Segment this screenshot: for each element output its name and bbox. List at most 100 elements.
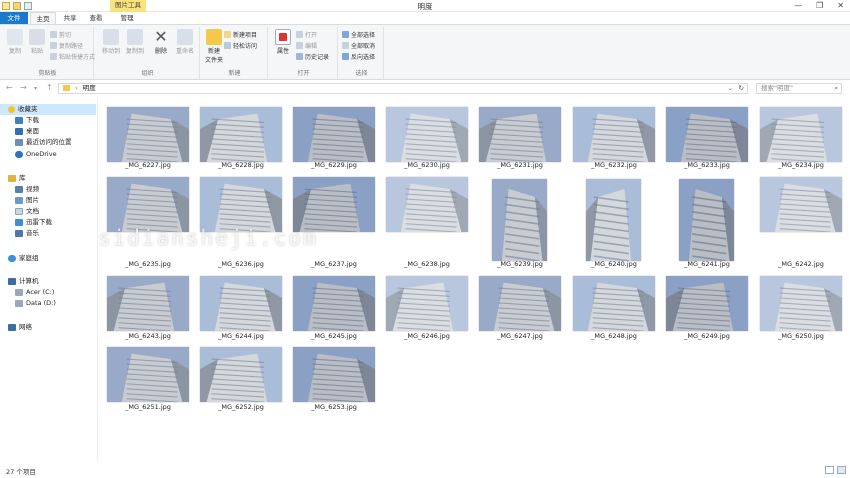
image-thumbnail[interactable] (679, 179, 734, 261)
image-thumbnail[interactable] (386, 107, 468, 162)
file-name: _MG_6253.jpg (311, 403, 357, 411)
copy-to-button[interactable]: 复制到 (124, 29, 146, 55)
tab-home[interactable]: 主页 (30, 12, 56, 24)
copy-path-button[interactable]: 复制路径 (50, 40, 83, 50)
breadcrumb-current[interactable]: 明度 (83, 84, 96, 92)
paste-shortcut-button[interactable]: 粘贴快捷方式 (50, 51, 95, 61)
file-item[interactable]: _MG_6252.jpg (200, 97, 292, 411)
image-thumbnail[interactable] (386, 177, 468, 232)
nav-item-pictures[interactable]: 图片 (0, 195, 39, 206)
tab-share[interactable]: 共享 (58, 12, 82, 24)
image-thumbnail[interactable] (479, 107, 561, 162)
close-button[interactable]: ✕ (837, 0, 844, 11)
large-icons-view-icon[interactable] (837, 466, 846, 474)
select-all-button[interactable]: 全部选择 (342, 29, 375, 39)
search-input[interactable]: 搜索"明度" ⌕ (756, 83, 842, 94)
image-thumbnail[interactable] (293, 107, 375, 162)
nav-item-documents[interactable]: 文档 (0, 206, 39, 217)
image-thumbnail[interactable] (760, 177, 842, 232)
new-item-button[interactable]: 新建项目 (224, 29, 257, 39)
tab-manage[interactable]: 管理 (112, 12, 142, 24)
back-arrow-icon[interactable]: ← (6, 83, 13, 92)
image-thumbnail[interactable] (479, 276, 561, 331)
ribbon: 复制 粘贴 剪切 复制路径 粘贴快捷方式 剪贴板 移动到 复制到 ✕ 删除 重命… (0, 24, 850, 80)
nav-item-downloads[interactable]: 下载 (0, 115, 39, 126)
image-thumbnail[interactable] (107, 107, 189, 162)
nav-item-videos[interactable]: 视频 (0, 184, 39, 195)
image-thumbnail[interactable] (573, 276, 655, 331)
image-thumbnail[interactable] (760, 107, 842, 162)
image-thumbnail[interactable] (666, 276, 748, 331)
edit-button[interactable]: 编辑 (296, 40, 317, 50)
nav-library[interactable]: 库 (0, 173, 26, 184)
nav-homegroup[interactable]: 家庭组 (0, 253, 39, 264)
image-thumbnail[interactable] (293, 276, 375, 331)
paste-button[interactable]: 粘贴 (26, 29, 48, 55)
paste-shortcut-icon (50, 52, 57, 60)
open-button[interactable]: 打开 (296, 29, 317, 39)
image-thumbnail[interactable] (586, 179, 641, 261)
group-label-organize: 组织 (141, 70, 154, 77)
file-item[interactable]: _MG_6247.jpg (479, 97, 571, 340)
image-thumbnail[interactable] (293, 177, 375, 232)
image-thumbnail[interactable] (573, 107, 655, 162)
image-thumbnail[interactable] (760, 276, 842, 331)
rename-button[interactable]: 重命名 (174, 29, 196, 55)
up-arrow-icon[interactable]: ↑ (46, 83, 53, 92)
nav-drive-c[interactable]: Acer (C:) (0, 287, 54, 298)
image-thumbnail[interactable] (107, 276, 189, 331)
image-thumbnail[interactable] (293, 347, 375, 402)
delete-button[interactable]: ✕ 删除 (150, 29, 172, 56)
file-item[interactable]: _MG_6246.jpg (386, 97, 478, 340)
image-thumbnail[interactable] (200, 177, 282, 232)
recent-dropdown-icon[interactable]: ▾ (34, 85, 37, 92)
nav-item-thunder[interactable]: 迅雷下载 (0, 217, 52, 228)
star-icon (8, 106, 15, 113)
history-button[interactable]: 历史记录 (296, 51, 329, 61)
image-thumbnail[interactable] (200, 276, 282, 331)
nav-item-desktop[interactable]: 桌面 (0, 126, 39, 137)
minimize-button[interactable]: — (794, 0, 802, 11)
address-dropdown-icon[interactable]: ⌄ (728, 84, 733, 93)
nav-computer[interactable]: 计算机 (0, 276, 39, 287)
file-item[interactable]: _MG_6253.jpg (293, 97, 385, 411)
nav-item-recent[interactable]: 最近访问的位置 (0, 137, 72, 148)
nav-drive-d[interactable]: Data (D:) (0, 298, 56, 309)
file-item[interactable]: _MG_6250.jpg (760, 97, 850, 340)
file-item[interactable]: _MG_6251.jpg (107, 97, 199, 411)
file-item[interactable]: _MG_6248.jpg (573, 97, 665, 340)
image-thumbnail[interactable] (666, 107, 748, 162)
group-label-open: 打开 (297, 70, 310, 77)
image-thumbnail[interactable] (386, 276, 468, 331)
nav-onedrive[interactable]: OneDrive (0, 149, 57, 160)
new-folder-button[interactable]: 新建 文件夹 (204, 29, 224, 64)
address-bar-row: ← → ▾ ↑ › 明度 ↻ ⌄ 搜索"明度" ⌕ (0, 80, 850, 97)
rename-icon (177, 29, 193, 45)
nav-item-music[interactable]: 音乐 (0, 228, 39, 239)
copy-button[interactable]: 复制 (4, 29, 26, 55)
nav-favorites[interactable]: 收藏夹 (0, 104, 96, 115)
invert-selection-button[interactable]: 反向选择 (342, 51, 375, 61)
image-thumbnail[interactable] (200, 107, 282, 162)
open-icon (296, 30, 303, 38)
properties-button[interactable]: 属性 (272, 29, 294, 55)
forward-arrow-icon[interactable]: → (20, 83, 27, 92)
image-thumbnail[interactable] (107, 347, 189, 402)
image-thumbnail[interactable] (492, 179, 547, 261)
image-thumbnail[interactable] (107, 177, 189, 232)
drive-icon (15, 289, 23, 296)
tab-view[interactable]: 查看 (84, 12, 108, 24)
details-view-icon[interactable] (825, 466, 834, 474)
tab-file[interactable]: 文件 (0, 12, 28, 24)
file-item[interactable]: _MG_6249.jpg (666, 97, 758, 340)
maximize-button[interactable]: ❐ (816, 0, 823, 11)
image-thumbnail[interactable] (200, 347, 282, 402)
cut-button[interactable]: 剪切 (50, 29, 71, 39)
easy-access-button[interactable]: 轻松访问 (224, 40, 257, 50)
refresh-icon[interactable]: ↻ (739, 84, 744, 93)
search-icon[interactable]: ⌕ (834, 84, 838, 93)
move-to-button[interactable]: 移动到 (100, 29, 122, 55)
nav-network[interactable]: 网络 (0, 322, 32, 333)
address-field[interactable]: › 明度 ↻ ⌄ (58, 83, 748, 94)
select-none-button[interactable]: 全部取消 (342, 40, 375, 50)
